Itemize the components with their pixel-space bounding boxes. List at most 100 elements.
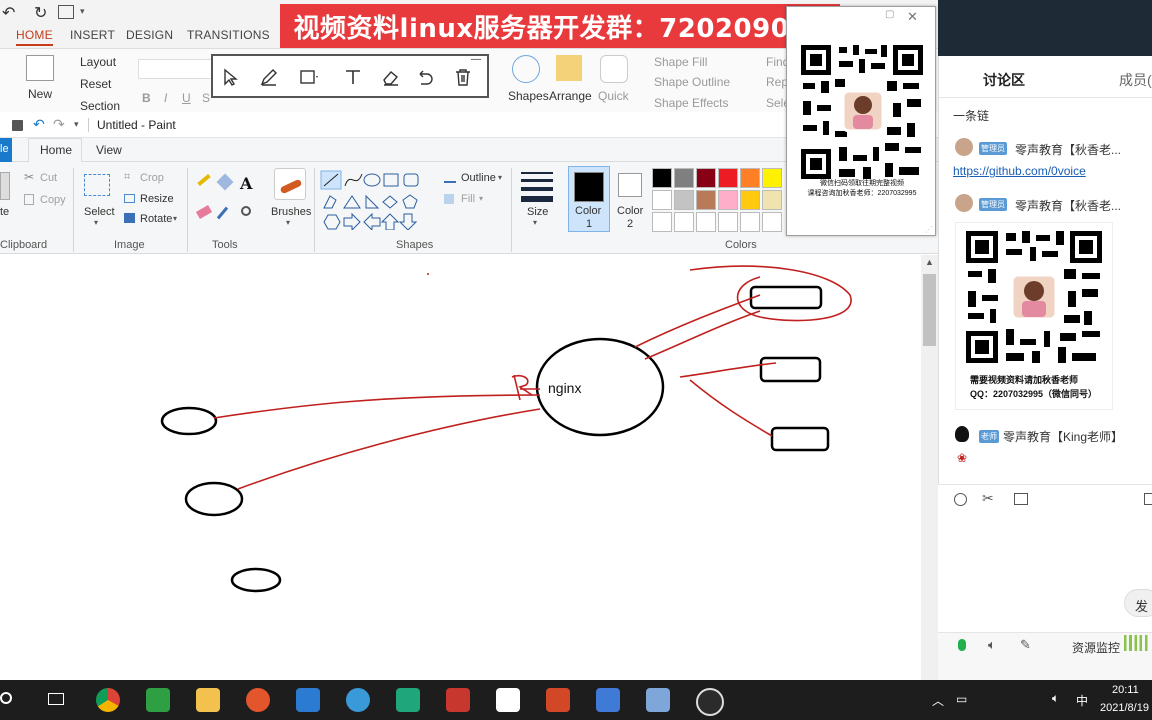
chat-input-area[interactable]: ✂ 发 bbox=[938, 484, 1152, 632]
app-globe-icon[interactable] bbox=[346, 688, 370, 712]
palette-swatch[interactable] bbox=[718, 168, 738, 188]
chevron-down-icon[interactable]: ▾ bbox=[173, 214, 177, 223]
vscode-icon[interactable] bbox=[296, 688, 320, 712]
chevron-up-icon[interactable]: ▲ bbox=[925, 257, 934, 267]
outline-button[interactable]: Outline bbox=[461, 172, 496, 184]
palette-swatch[interactable] bbox=[674, 168, 694, 188]
chevron-down-icon[interactable]: ▾ bbox=[94, 218, 98, 227]
chevron-down-icon[interactable]: ▾ bbox=[80, 6, 85, 17]
shapes-icon[interactable] bbox=[512, 55, 540, 83]
text-tool-icon[interactable]: A bbox=[240, 174, 252, 193]
palette-swatch[interactable] bbox=[652, 168, 672, 188]
underline-button[interactable]: U bbox=[182, 91, 191, 105]
eraser-icon[interactable] bbox=[195, 205, 213, 219]
palette-swatch[interactable] bbox=[696, 168, 716, 188]
app-layers-icon[interactable] bbox=[596, 688, 620, 712]
copy-button[interactable]: Copy bbox=[40, 194, 66, 206]
github-link[interactable]: https://github.com/0voice bbox=[953, 164, 1086, 178]
shapes-gallery[interactable] bbox=[320, 170, 430, 230]
save-icon[interactable] bbox=[12, 120, 23, 131]
pen-icon[interactable] bbox=[259, 68, 279, 86]
rectangle-icon[interactable] bbox=[299, 68, 319, 86]
palette-swatch[interactable] bbox=[718, 212, 738, 232]
tab-discussion[interactable]: 讨论区 bbox=[983, 70, 1025, 90]
close-icon[interactable]: ✕ bbox=[907, 9, 918, 25]
ime-indicator[interactable]: 中 bbox=[1076, 692, 1088, 709]
text-icon[interactable] bbox=[343, 68, 363, 86]
clock-time[interactable]: 20:11 bbox=[1112, 684, 1139, 696]
paint-canvas[interactable]: nginx bbox=[0, 255, 938, 680]
pointer-icon[interactable] bbox=[221, 68, 241, 86]
strike-button[interactable]: S bbox=[202, 91, 210, 105]
emoji-icon[interactable] bbox=[954, 493, 967, 506]
history-icon[interactable] bbox=[1144, 493, 1152, 505]
app-green-icon[interactable] bbox=[146, 688, 170, 712]
tab-design[interactable]: DESIGN bbox=[126, 28, 173, 42]
palette-swatch[interactable] bbox=[696, 212, 716, 232]
trash-icon[interactable] bbox=[453, 68, 473, 86]
app-m-icon[interactable] bbox=[396, 688, 420, 712]
palette-swatch[interactable] bbox=[762, 212, 782, 232]
palette-swatch[interactable] bbox=[674, 212, 694, 232]
obs-icon[interactable] bbox=[696, 688, 724, 716]
palette-swatch[interactable] bbox=[652, 212, 672, 232]
chevron-down-icon[interactable]: ▾ bbox=[533, 218, 537, 227]
tab-transitions[interactable]: TRANSITIONS bbox=[187, 28, 270, 42]
shape-fill-button[interactable]: Shape Fill bbox=[654, 55, 707, 69]
palette-swatch[interactable] bbox=[652, 190, 672, 210]
undo-icon[interactable]: ↶ bbox=[33, 116, 45, 133]
quick-styles-button[interactable]: Quick bbox=[598, 89, 629, 103]
volume-icon[interactable]: 🔈︎ bbox=[1052, 691, 1059, 706]
undo-icon[interactable]: ↶ bbox=[2, 3, 15, 23]
fill-icon[interactable] bbox=[216, 173, 234, 191]
tab-home-label[interactable]: Home bbox=[40, 143, 72, 157]
file-tab[interactable]: le bbox=[0, 138, 12, 162]
palette-swatch[interactable] bbox=[762, 190, 782, 210]
brushes-icon[interactable] bbox=[274, 168, 306, 200]
shapes-button[interactable]: Shapes bbox=[508, 89, 549, 103]
palette-swatch[interactable] bbox=[718, 190, 738, 210]
present-icon[interactable] bbox=[58, 5, 74, 19]
crop-button[interactable]: Crop bbox=[140, 172, 164, 184]
tab-home[interactable]: HOME bbox=[16, 28, 53, 46]
fill-button[interactable]: Fill bbox=[461, 193, 475, 205]
layout-button[interactable]: Layout bbox=[80, 55, 116, 69]
task-view-icon[interactable] bbox=[48, 693, 64, 705]
tab-insert[interactable]: INSERT bbox=[70, 28, 115, 42]
size-button[interactable]: Size bbox=[527, 206, 548, 218]
color-picker-icon[interactable] bbox=[216, 206, 229, 220]
palette-swatch[interactable] bbox=[740, 168, 760, 188]
new-slide-icon[interactable] bbox=[26, 55, 54, 81]
scissors-icon[interactable]: ✂ bbox=[982, 490, 994, 507]
brushes-button[interactable]: Brushes bbox=[271, 206, 311, 218]
app-swirl-icon[interactable] bbox=[246, 688, 270, 712]
select-button[interactable]: Select bbox=[84, 206, 115, 218]
paste-button[interactable]: te bbox=[0, 206, 9, 218]
tab-members[interactable]: 成员( bbox=[1119, 70, 1152, 90]
eraser-icon[interactable] bbox=[381, 68, 401, 86]
image-icon[interactable] bbox=[1014, 493, 1028, 505]
redo-icon[interactable]: ↷ bbox=[53, 116, 65, 133]
search-icon[interactable] bbox=[0, 692, 12, 704]
resize-grip-icon[interactable]: ⋰ bbox=[925, 225, 933, 234]
palette-swatch[interactable] bbox=[696, 190, 716, 210]
pencil-icon[interactable] bbox=[197, 173, 211, 187]
clock-date[interactable]: 2021/8/19 bbox=[1100, 702, 1149, 714]
shape-outline-button[interactable]: Shape Outline bbox=[654, 75, 730, 89]
color2-swatch[interactable] bbox=[618, 173, 642, 197]
italic-button[interactable]: I bbox=[164, 91, 167, 105]
chevron-down-icon[interactable]: ▾ bbox=[479, 194, 483, 203]
powerpoint-icon[interactable] bbox=[546, 688, 570, 712]
arrange-icon[interactable] bbox=[556, 55, 582, 81]
resize-button[interactable]: Resize bbox=[140, 193, 174, 205]
chevron-up-icon[interactable]: ︿ bbox=[932, 692, 944, 709]
tab-view[interactable]: View bbox=[96, 143, 122, 157]
minimize-icon[interactable]: ▢ bbox=[885, 9, 894, 20]
pen-icon[interactable]: ✎ bbox=[1020, 637, 1031, 653]
paste-icon[interactable] bbox=[0, 172, 10, 200]
cut-button[interactable]: Cut bbox=[40, 172, 57, 184]
palette-swatch[interactable] bbox=[740, 212, 760, 232]
speaker-icon[interactable]: 🔈︎ bbox=[988, 637, 996, 653]
typora-icon[interactable] bbox=[496, 688, 520, 712]
new-slide-label[interactable]: New bbox=[28, 87, 52, 101]
